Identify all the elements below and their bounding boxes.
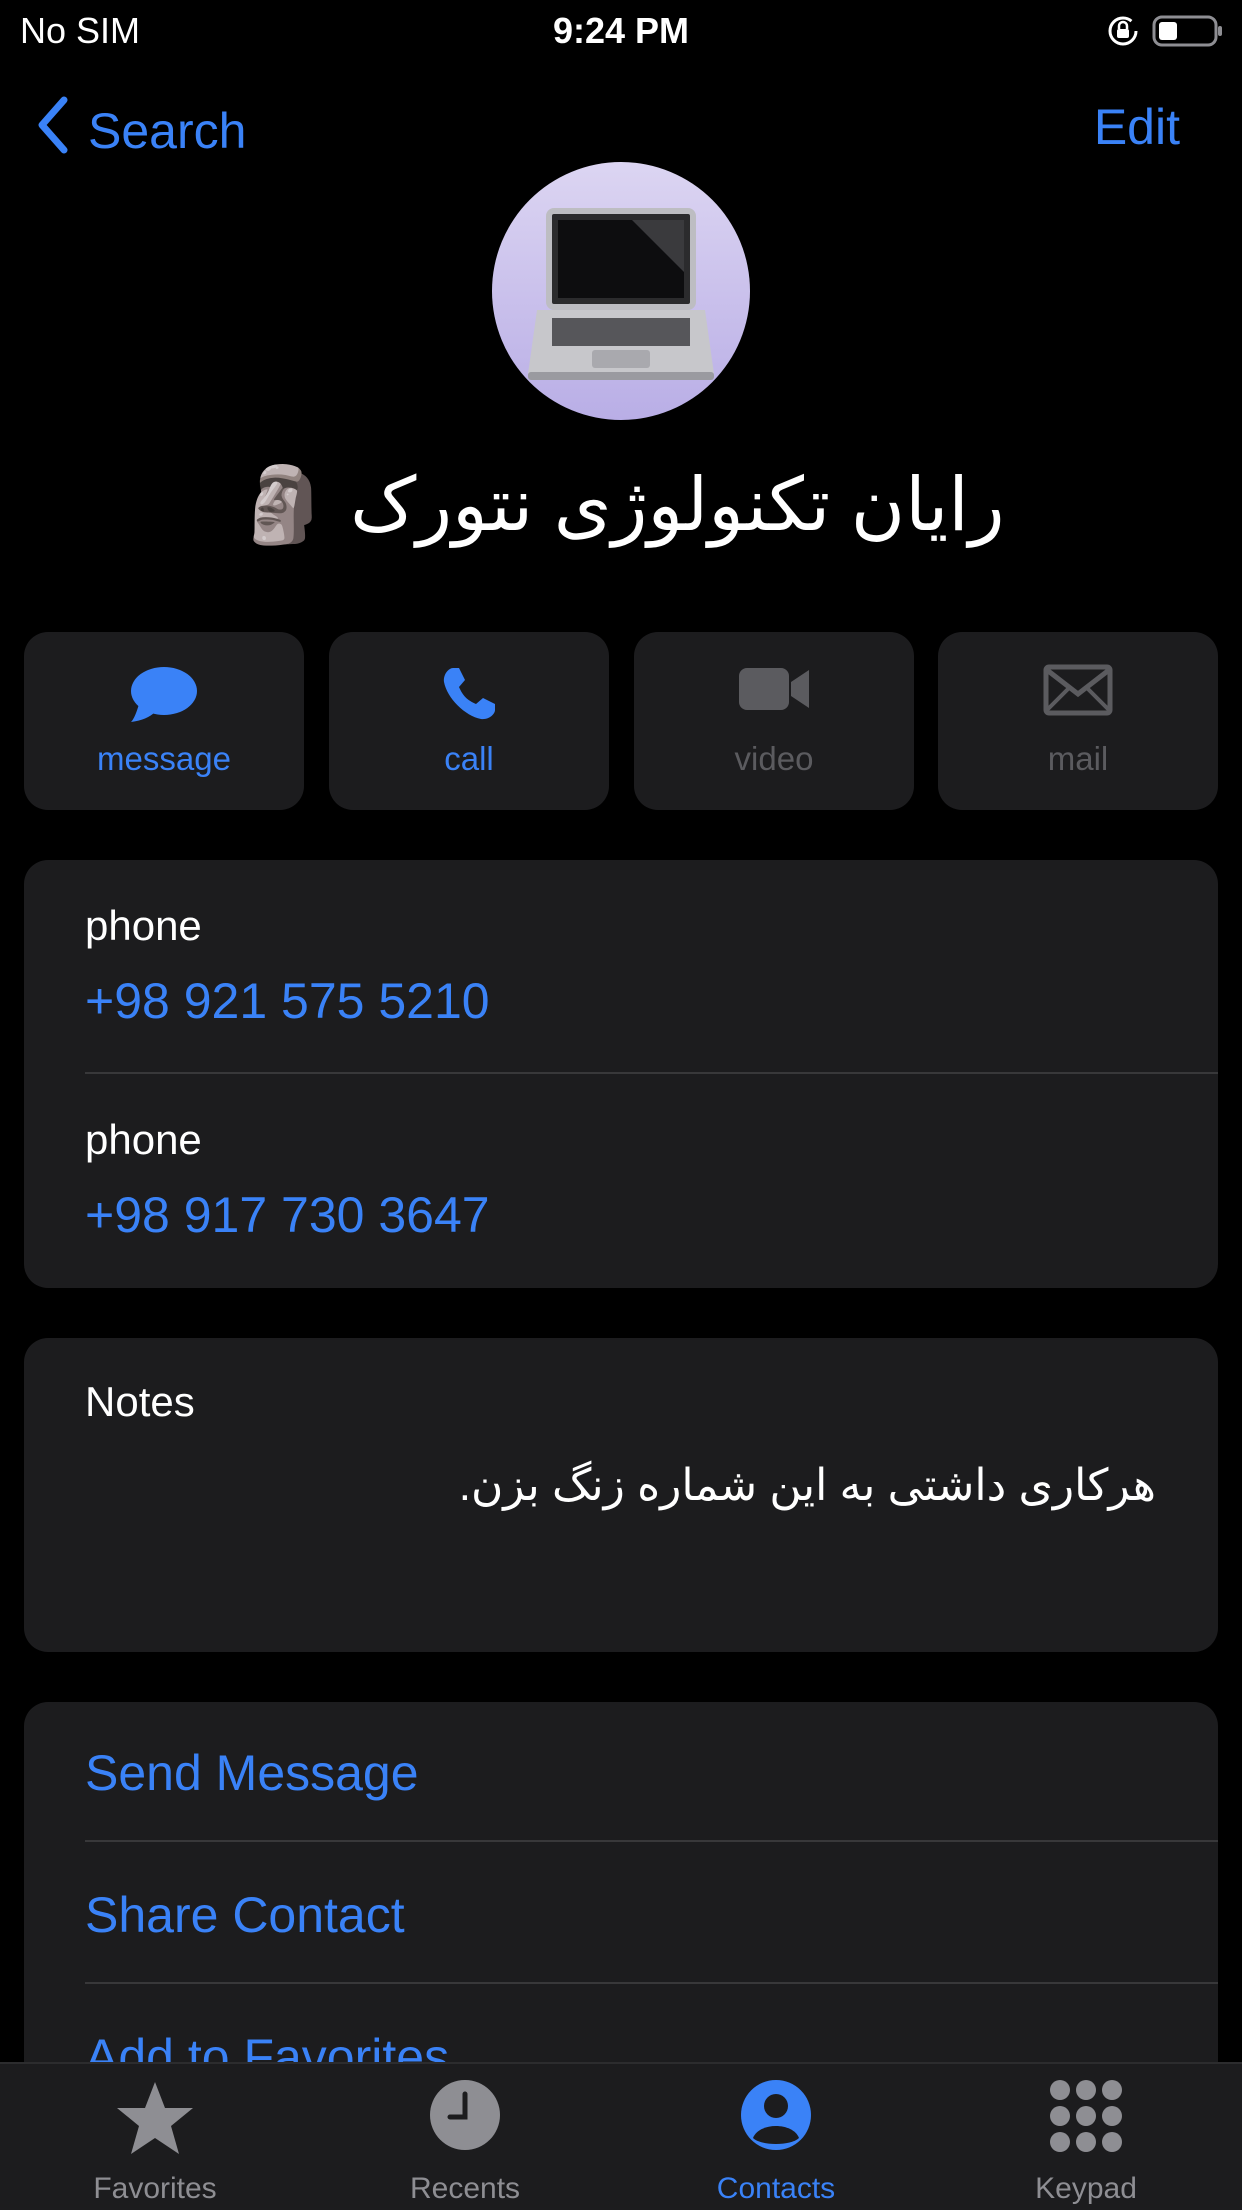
share-contact-link[interactable]: Share Contact <box>85 1886 405 1944</box>
chevron-left-icon <box>36 96 70 166</box>
mail-button[interactable]: mail <box>938 632 1218 810</box>
video-button-label: video <box>734 740 814 777</box>
status-indicators <box>1106 14 1224 53</box>
avatar[interactable] <box>492 162 750 420</box>
video-camera-icon <box>737 664 811 719</box>
mail-envelope-icon <box>1043 664 1113 721</box>
tab-recents-label: Recents <box>409 2172 521 2205</box>
contact-actions-card: Send Message Share Contact Add to Favori… <box>24 1702 1218 2102</box>
phone-label: phone <box>85 902 202 949</box>
star-icon <box>115 2078 195 2163</box>
message-bubble-icon <box>129 664 199 729</box>
notes-card[interactable]: Notes هرکاری داشتی به این شماره زنگ بزن. <box>24 1338 1218 1652</box>
tab-bar: Favorites Recents Contacts Keypad <box>0 2062 1242 2210</box>
tab-keypad[interactable]: Keypad <box>931 2064 1241 2210</box>
phone-icon <box>439 664 499 729</box>
message-button-label: message <box>97 740 231 777</box>
status-time: 9:24 PM <box>552 10 690 51</box>
keypad-icon <box>1048 2078 1124 2159</box>
phone-number[interactable]: +98 921 575 5210 <box>85 972 490 1030</box>
tab-recents[interactable]: Recents <box>310 2064 620 2210</box>
divider <box>85 1072 1218 1074</box>
call-button-label: call <box>444 740 494 777</box>
battery-icon <box>1152 14 1224 53</box>
edit-button[interactable]: Edit <box>1094 98 1180 156</box>
notes-label: Notes <box>85 1378 195 1425</box>
phone-label: phone <box>85 1116 202 1163</box>
tab-contacts[interactable]: Contacts <box>621 2064 931 2210</box>
tab-favorites-label: Favorites <box>93 2172 217 2205</box>
person-circle-icon <box>739 2078 813 2157</box>
tab-favorites[interactable]: Favorites <box>0 2064 310 2210</box>
call-button[interactable]: call <box>329 632 609 810</box>
contact-name: رایان تکنولوژی نتورک 🗿 <box>237 463 1005 546</box>
back-button-label: Search <box>88 103 247 159</box>
mail-button-label: mail <box>1047 740 1109 777</box>
phone-numbers-card: phone +98 921 575 5210 phone +98 917 730… <box>24 860 1218 1288</box>
send-message-link[interactable]: Send Message <box>85 1744 419 1802</box>
notes-text: هرکاری داشتی به این شماره زنگ بزن. <box>458 1461 1156 1510</box>
tab-keypad-label: Keypad <box>1035 2172 1137 2205</box>
message-button[interactable]: message <box>24 632 304 810</box>
divider <box>85 1840 1218 1842</box>
clock-icon <box>428 2078 502 2157</box>
phone-number[interactable]: +98 917 730 3647 <box>85 1186 490 1244</box>
divider <box>85 1982 1218 1984</box>
tab-contacts-label: Contacts <box>716 2172 836 2205</box>
orientation-lock-icon <box>1106 14 1140 53</box>
video-button[interactable]: video <box>634 632 914 810</box>
laptop-icon <box>528 208 714 380</box>
back-button[interactable]: Search <box>36 96 246 166</box>
